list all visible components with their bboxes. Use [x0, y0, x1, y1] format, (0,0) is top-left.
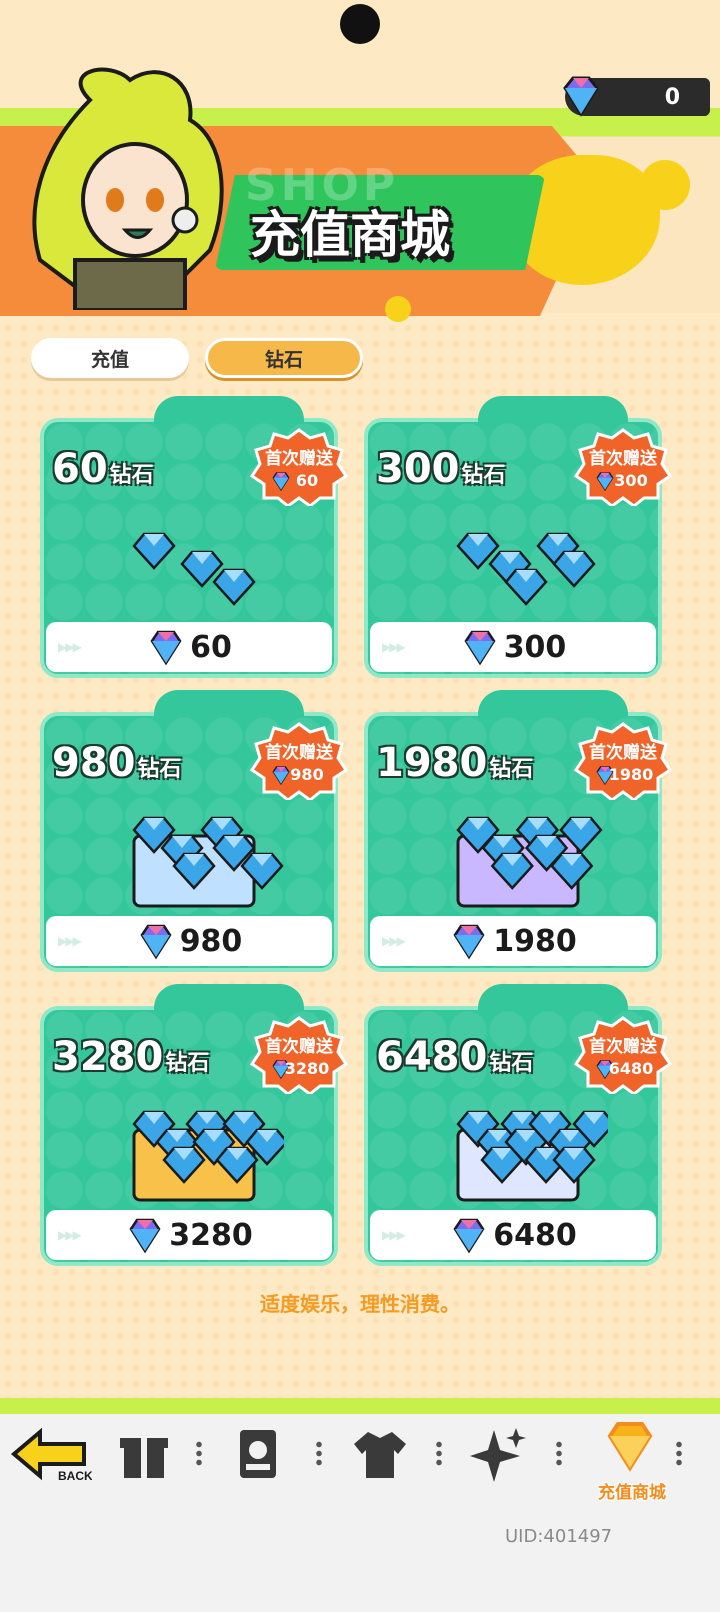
- first-bonus-value: 6480: [608, 1059, 654, 1078]
- diamond-icon: [464, 630, 496, 666]
- diamond-pack-illustration: [132, 532, 256, 606]
- card-icon[interactable]: [230, 1424, 290, 1484]
- notice-text: 适度娱乐，理性消费。: [260, 1292, 460, 1316]
- tab-diamond[interactable]: 钻石: [205, 338, 363, 378]
- pack-amount-unit: 钻石: [489, 757, 534, 782]
- diamond-icon: [453, 1218, 485, 1254]
- nav-separator: [316, 1440, 322, 1468]
- diamond-pack-card[interactable]: 1980钻石 首次赠送 1980 ▶▶▶ 1980: [364, 690, 673, 972]
- pack-amount: 980钻石: [52, 740, 182, 786]
- nav-separator: [196, 1440, 202, 1468]
- first-bonus-label: 首次赠送: [265, 449, 333, 469]
- diamond-pack-illustration: [456, 1110, 608, 1202]
- nav-separator: [676, 1440, 682, 1468]
- back-icon[interactable]: BACK: [10, 1424, 92, 1484]
- diamond-balance-value: 0: [664, 84, 680, 110]
- sparkle-icon[interactable]: [468, 1424, 528, 1484]
- diamond-icon: [563, 76, 599, 117]
- tab-recharge[interactable]: 充值: [31, 338, 189, 378]
- arrows-decoration: ▶▶▶: [58, 640, 82, 654]
- pack-amount-unit: 钻石: [489, 1051, 534, 1076]
- diamond-pack-card[interactable]: 300钻石 首次赠送 300 ▶▶▶ 300: [364, 396, 673, 678]
- first-bonus-value: 300: [614, 471, 648, 490]
- pack-amount-value: 60: [52, 446, 108, 492]
- pack-amount: 60钻石: [52, 446, 154, 492]
- price-value: 980: [179, 923, 243, 959]
- price-value: 6480: [493, 1217, 577, 1253]
- arrows-decoration: ▶▶▶: [58, 934, 82, 948]
- first-bonus-value: 60: [295, 471, 319, 490]
- price-button[interactable]: ▶▶▶ 6480: [370, 1210, 656, 1260]
- pack-amount-value: 6480: [376, 1034, 488, 1080]
- page-title: 充值商城: [250, 206, 450, 264]
- first-bonus-badge: 首次赠送 300: [573, 428, 673, 508]
- first-bonus-label: 首次赠送: [589, 1037, 657, 1057]
- price-value: 1980: [493, 923, 577, 959]
- nav-separator: [556, 1440, 562, 1468]
- diamond-icon: [140, 924, 172, 960]
- pack-amount-value: 300: [376, 446, 460, 492]
- arrows-decoration: ▶▶▶: [382, 640, 406, 654]
- first-bonus-badge: 首次赠送 60: [249, 428, 349, 508]
- price-button[interactable]: ▶▶▶ 60: [46, 622, 332, 672]
- first-bonus-label: 首次赠送: [589, 449, 657, 469]
- price-button[interactable]: ▶▶▶ 1980: [370, 916, 656, 966]
- price-button[interactable]: ▶▶▶ 980: [46, 916, 332, 966]
- diamond-pack-card[interactable]: 980钻石 首次赠送 980 ▶▶▶ 980: [40, 690, 349, 972]
- diamond-pack-card[interactable]: 3280钻石 首次赠送 3280 ▶▶▶ 3280: [40, 984, 349, 1266]
- diamond-icon: [129, 1218, 161, 1254]
- pack-amount: 300钻石: [376, 446, 506, 492]
- pack-amount-unit: 钻石: [165, 1051, 210, 1076]
- nav-separator: [436, 1440, 442, 1468]
- first-bonus-value: 3280: [284, 1059, 330, 1078]
- pack-amount-unit: 钻石: [137, 757, 182, 782]
- first-bonus-value: 1980: [608, 765, 654, 784]
- character-illustration: [32, 67, 224, 310]
- gift-icon[interactable]: [114, 1424, 174, 1484]
- shirt-icon[interactable]: [350, 1424, 410, 1484]
- price-value: 300: [503, 629, 567, 665]
- yellow-splash-dot: [640, 160, 690, 210]
- price-button[interactable]: ▶▶▶ 3280: [46, 1210, 332, 1260]
- first-bonus-badge: 首次赠送 3280: [249, 1016, 349, 1096]
- pack-amount: 6480钻石: [376, 1034, 533, 1080]
- diamond-pack-illustration: [132, 1110, 284, 1202]
- diamond-pack-card[interactable]: 6480钻石 首次赠送 6480 ▶▶▶ 6480: [364, 984, 673, 1266]
- pack-amount: 3280钻石: [52, 1034, 209, 1080]
- first-bonus-label: 首次赠送: [265, 1037, 333, 1057]
- pack-amount-unit: 钻石: [109, 463, 154, 488]
- diamond-pack-card[interactable]: 60钻石 首次赠送 60 ▶▶▶ 60: [40, 396, 349, 678]
- pack-amount-value: 3280: [52, 1034, 164, 1080]
- shop-icon[interactable]: [600, 1418, 660, 1478]
- shop-nav-label: 充值商城: [598, 1483, 666, 1503]
- first-bonus-label: 首次赠送: [589, 743, 657, 763]
- pack-amount-value: 980: [52, 740, 136, 786]
- first-bonus-label: 首次赠送: [265, 743, 333, 763]
- back-label: BACK: [58, 1469, 92, 1483]
- arrows-decoration: ▶▶▶: [58, 1228, 82, 1242]
- user-id: UID:401497: [505, 1526, 613, 1547]
- pack-amount-unit: 钻石: [461, 463, 506, 488]
- pack-amount-value: 1980: [376, 740, 488, 786]
- price-value: 60: [190, 629, 232, 665]
- diamond-balance[interactable]: 0: [563, 76, 710, 117]
- first-bonus-badge: 首次赠送 980: [249, 722, 349, 802]
- diamond-pack-illustration: [456, 532, 596, 606]
- arrows-decoration: ▶▶▶: [382, 934, 406, 948]
- price-value: 3280: [169, 1217, 253, 1253]
- diamond-icon: [453, 924, 485, 960]
- first-bonus-badge: 首次赠送 6480: [573, 1016, 673, 1096]
- diamond-pack-illustration: [132, 816, 284, 908]
- diamond-icon: [150, 630, 182, 666]
- camera-notch: [340, 4, 380, 44]
- pack-amount: 1980钻石: [376, 740, 533, 786]
- first-bonus-badge: 首次赠送 1980: [573, 722, 673, 802]
- first-bonus-value: 980: [290, 765, 324, 784]
- diamond-pack-illustration: [456, 816, 603, 908]
- arrows-decoration: ▶▶▶: [382, 1228, 406, 1242]
- price-button[interactable]: ▶▶▶ 300: [370, 622, 656, 672]
- yellow-splash-dot: [385, 296, 411, 322]
